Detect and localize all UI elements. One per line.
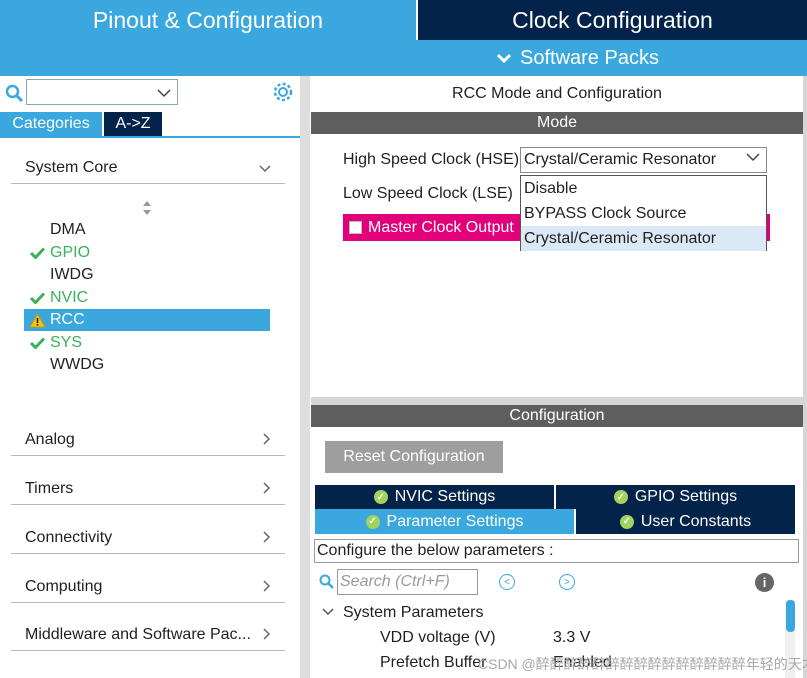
- chevron-down-icon: [746, 153, 760, 162]
- master-clock-output-checkbox[interactable]: Master Clock Output: [343, 214, 520, 241]
- chevron-right-icon: [263, 433, 271, 445]
- section-label: Timers: [25, 480, 74, 497]
- tab-label: Clock Configuration: [512, 6, 713, 33]
- parameter-search-input[interactable]: Search (Ctrl+F): [337, 569, 478, 595]
- hse-label: High Speed Clock (HSE): [343, 151, 520, 168]
- peripheral-nvic[interactable]: NVIC: [24, 287, 270, 309]
- ok-icon: ✓: [619, 514, 634, 529]
- param-name: Prefetch Buffer: [380, 654, 487, 671]
- peripheral-search-combo[interactable]: [26, 79, 178, 105]
- mco-highlight-edge: [767, 214, 770, 241]
- section-label: System Core: [25, 159, 118, 176]
- check-icon: [29, 292, 45, 304]
- section-label: Analog: [25, 431, 75, 448]
- ok-icon: ✓: [613, 490, 628, 504]
- peripheral-gpio[interactable]: GPIO: [24, 242, 270, 264]
- ok-icon: ✓: [365, 514, 380, 529]
- tab-pinout-configuration[interactable]: Pinout & Configuration: [0, 0, 416, 40]
- chevron-down-icon: [496, 53, 512, 64]
- peripheral-wwdg[interactable]: WWDG: [24, 354, 270, 376]
- tab-parameter-settings[interactable]: ✓ Parameter Settings: [315, 509, 574, 534]
- peripheral-label: IWDG: [50, 266, 94, 283]
- watermark: CSDN @醉醉醉醉醉醉醉醉醉醉醉醉醉醉醉年轻的天才: [478, 656, 807, 672]
- search-icon: [5, 84, 24, 103]
- sort-icon[interactable]: [141, 200, 153, 216]
- ok-icon: ✓: [373, 490, 388, 504]
- peripheral-label: DMA: [50, 221, 86, 238]
- mco-label: Master Clock Output: [368, 218, 514, 236]
- software-packs-label: Software Packs: [520, 46, 659, 69]
- tab-label: Parameter Settings: [386, 512, 524, 530]
- chevron-right-icon: [263, 482, 271, 494]
- section-label: Computing: [25, 578, 103, 595]
- tab-a-z[interactable]: A->Z: [104, 112, 162, 136]
- section-middleware[interactable]: Middleware and Software Pac...: [11, 617, 285, 651]
- tab-user-constants[interactable]: ✓ User Constants: [576, 509, 795, 534]
- peripheral-label: GPIO: [50, 244, 91, 261]
- tab-label: GPIO Settings: [634, 488, 738, 505]
- software-packs-menu[interactable]: Software Packs: [496, 40, 659, 76]
- peripheral-dma[interactable]: DMA: [24, 219, 270, 241]
- checkbox-box[interactable]: [349, 221, 362, 234]
- param-value[interactable]: 3.3 V: [553, 629, 590, 647]
- peripheral-rcc[interactable]: RCC: [24, 309, 270, 331]
- peripheral-sys[interactable]: SYS: [24, 332, 270, 354]
- hse-select[interactable]: Crystal/Ceramic Resonator: [520, 147, 767, 173]
- panel-title: RCC Mode and Configuration: [452, 85, 662, 102]
- warning-icon: [28, 312, 46, 327]
- dropdown-option-crystal[interactable]: Crystal/Ceramic Resonator: [521, 226, 766, 251]
- mode-header: Mode: [311, 112, 803, 134]
- section-system-core[interactable]: System Core: [11, 150, 285, 184]
- gear-icon[interactable]: [272, 81, 294, 103]
- chevron-down-icon: [157, 89, 171, 98]
- section-label: Middleware and Software Pac...: [25, 626, 251, 643]
- section-timers[interactable]: Timers: [11, 471, 285, 505]
- right-scroll-edge: [803, 76, 807, 678]
- chevron-right-icon: [263, 580, 271, 592]
- info-icon[interactable]: i: [755, 573, 774, 592]
- tab-label: NVIC Settings: [394, 488, 496, 505]
- group-system-parameters: System Parameters: [343, 604, 484, 621]
- panel-divider[interactable]: [300, 76, 310, 678]
- chevron-right-icon: [263, 531, 271, 543]
- reset-configuration-button[interactable]: Reset Configuration: [325, 441, 503, 473]
- tab-label: User Constants: [640, 512, 752, 530]
- check-icon: [29, 247, 45, 259]
- peripheral-label: WWDG: [50, 356, 105, 373]
- chevron-right-icon: [263, 628, 271, 640]
- hse-dropdown-list[interactable]: Disable BYPASS Clock Source Crystal/Cera…: [520, 175, 767, 251]
- peripheral-label: SYS: [50, 334, 83, 351]
- dropdown-option-disable[interactable]: Disable: [521, 176, 766, 201]
- section-connectivity[interactable]: Connectivity: [11, 520, 285, 554]
- peripheral-iwdg[interactable]: IWDG: [24, 264, 270, 286]
- tab-clock-configuration[interactable]: Clock Configuration: [418, 0, 807, 40]
- param-name: VDD voltage (V): [380, 629, 496, 646]
- section-label: Connectivity: [25, 529, 113, 546]
- chevron-down-icon: [259, 165, 271, 173]
- splitter[interactable]: [311, 397, 803, 405]
- previous-match-icon[interactable]: <: [499, 574, 515, 590]
- section-computing[interactable]: Computing: [11, 569, 285, 603]
- next-match-icon[interactable]: >: [559, 574, 575, 590]
- hse-select-value: Crystal/Ceramic Resonator: [524, 151, 717, 168]
- params-scrollbar-thumb[interactable]: [786, 600, 795, 632]
- dropdown-option-bypass[interactable]: BYPASS Clock Source: [521, 201, 766, 226]
- tab-categories[interactable]: Categories: [0, 112, 102, 136]
- configuration-header: Configuration: [311, 405, 803, 427]
- peripheral-label: RCC: [50, 311, 85, 328]
- chevron-down-icon[interactable]: [322, 607, 334, 617]
- tab-label: Categories: [12, 115, 90, 132]
- tab-label: Pinout & Configuration: [92, 6, 324, 33]
- configure-caption: Configure the below parameters :: [314, 539, 799, 563]
- peripheral-label: NVIC: [50, 289, 89, 306]
- tab-nvic-settings[interactable]: ✓ NVIC Settings: [315, 485, 554, 509]
- software-packs-bar: [0, 40, 807, 76]
- tab-label: A->Z: [115, 115, 151, 132]
- section-analog[interactable]: Analog: [11, 422, 285, 456]
- tab-gpio-settings[interactable]: ✓ GPIO Settings: [556, 485, 795, 509]
- check-icon: [29, 337, 45, 349]
- search-icon: [319, 574, 334, 589]
- lse-label: Low Speed Clock (LSE): [343, 185, 513, 202]
